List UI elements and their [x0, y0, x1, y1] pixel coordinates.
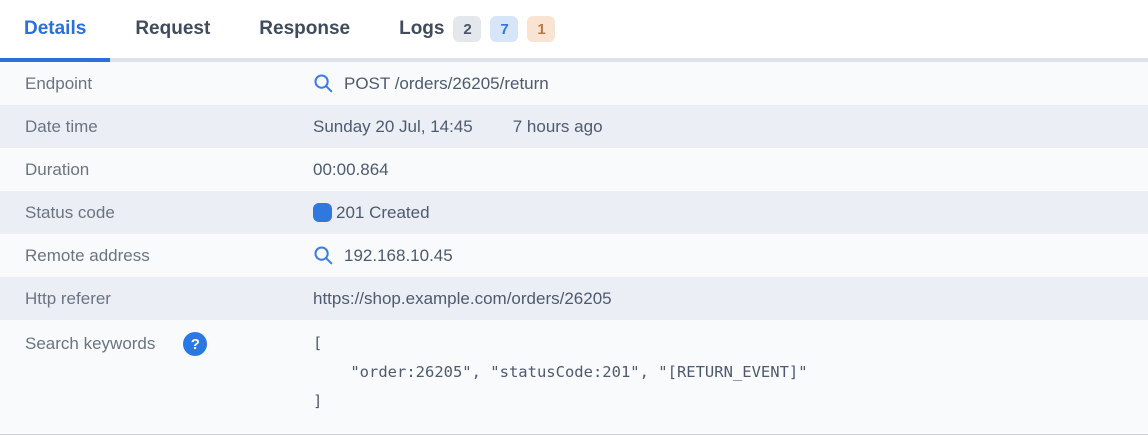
tab-logs[interactable]: Logs 2 7 1 [375, 0, 579, 62]
row-remote-address-label: Remote address [0, 246, 313, 266]
relative-time: 7 hours ago [513, 117, 603, 137]
duration-value: 00:00.864 [313, 160, 389, 180]
help-icon[interactable]: ? [183, 332, 207, 356]
status-code-value: 201 Created [336, 203, 430, 223]
endpoint-value: POST /orders/26205/return [344, 74, 549, 94]
row-duration-label: Duration [0, 160, 313, 180]
row-status-code-label: Status code [0, 203, 313, 223]
search-icon[interactable] [313, 245, 334, 266]
tab-logs-label: Logs [399, 18, 444, 40]
row-status-code: Status code 201 Created [0, 191, 1148, 234]
row-endpoint: Endpoint POST /orders/26205/return [0, 62, 1148, 105]
logs-count-badge-orange: 1 [527, 16, 555, 42]
tab-details[interactable]: Details [0, 0, 110, 62]
logs-count-badge-blue: 7 [490, 16, 518, 42]
row-endpoint-label: Endpoint [0, 74, 313, 94]
http-referer-value: https://shop.example.com/orders/26205 [313, 289, 612, 309]
tab-request[interactable]: Request [111, 0, 234, 62]
row-search-keywords-label: Search keywords [25, 334, 155, 354]
search-keywords-code: [ "order:26205", "statusCode:201", "[RET… [313, 329, 808, 416]
status-indicator-icon [313, 203, 332, 222]
row-http-referer-label: Http referer [0, 289, 313, 309]
tab-bar: Details Request Response Logs 2 7 1 [0, 0, 1148, 62]
tab-details-label: Details [24, 18, 86, 40]
search-icon[interactable] [313, 73, 334, 94]
row-duration: Duration 00:00.864 [0, 148, 1148, 191]
date-time-value: Sunday 20 Jul, 14:45 [313, 117, 473, 137]
row-date-time: Date time Sunday 20 Jul, 14:45 7 hours a… [0, 105, 1148, 148]
tab-request-label: Request [135, 18, 210, 40]
row-http-referer: Http referer https://shop.example.com/or… [0, 277, 1148, 320]
details-table: Endpoint POST /orders/26205/return Date … [0, 62, 1148, 434]
row-remote-address: Remote address 192.168.10.45 [0, 234, 1148, 277]
tab-response[interactable]: Response [235, 0, 374, 62]
tab-response-label: Response [259, 18, 350, 40]
remote-address-value: 192.168.10.45 [344, 246, 453, 266]
request-details-panel: Details Request Response Logs 2 7 1 Endp… [0, 0, 1148, 435]
logs-count-badge-gray: 2 [453, 16, 481, 42]
row-search-keywords: Search keywords ? [ "order:26205", "stat… [0, 320, 1148, 434]
row-date-time-label: Date time [0, 117, 313, 137]
